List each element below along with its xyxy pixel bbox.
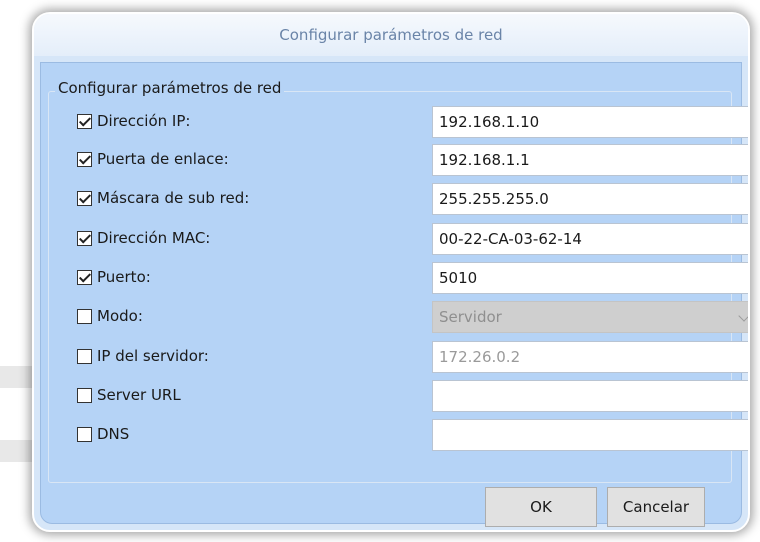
server-ip-input[interactable]: 172.26.0.2: [432, 341, 748, 373]
row-port: Puerto: 5010: [77, 262, 748, 296]
subnet-mask-checkbox[interactable]: [77, 191, 92, 206]
ok-button[interactable]: OK: [485, 487, 597, 527]
server-ip-checkbox[interactable]: [77, 349, 92, 364]
port-input[interactable]: 5010: [432, 262, 748, 294]
mode-checkbox[interactable]: [77, 309, 92, 324]
port-checkbox[interactable]: [77, 270, 92, 285]
server-url-checkbox[interactable]: [77, 388, 92, 403]
cancel-button[interactable]: Cancelar: [607, 487, 705, 527]
network-settings-dialog: Configurar parámetros de red Configurar …: [32, 12, 750, 532]
mac-address-checkbox[interactable]: [77, 231, 92, 246]
dialog-title: Configurar parámetros de red: [34, 14, 748, 56]
row-subnet-mask: Máscara de sub red: 255.255.255.0: [77, 183, 748, 217]
subnet-mask-input[interactable]: 255.255.255.0: [432, 183, 748, 215]
subnet-mask-label: Máscara de sub red:: [97, 189, 250, 207]
row-gateway: Puerta de enlace: 192.168.1.1: [77, 144, 748, 178]
server-ip-label: IP del servidor:: [97, 347, 209, 365]
mac-address-input[interactable]: 00-22-CA-03-62-14: [432, 223, 748, 255]
mode-select-value: Servidor: [439, 308, 502, 326]
chevron-down-icon: [738, 310, 748, 322]
row-server-ip: IP del servidor: 172.26.0.2: [77, 341, 748, 375]
dns-checkbox[interactable]: [77, 427, 92, 442]
row-mac-address: Dirección MAC: 00-22-CA-03-62-14: [77, 223, 748, 257]
gateway-label: Puerta de enlace:: [97, 150, 229, 168]
dns-input[interactable]: [432, 419, 748, 451]
row-dns: DNS: [77, 419, 748, 453]
mac-address-label: Dirección MAC:: [97, 229, 211, 247]
mode-label: Modo:: [97, 307, 143, 325]
row-server-url: Server URL: [77, 380, 748, 414]
mode-select[interactable]: Servidor: [432, 301, 748, 333]
server-url-input[interactable]: [432, 380, 748, 412]
port-label: Puerto:: [97, 268, 151, 286]
server-url-label: Server URL: [97, 386, 181, 404]
dialog-client-area: Configurar parámetros de red Dirección I…: [40, 62, 748, 527]
dns-label: DNS: [97, 425, 130, 443]
ip-address-checkbox[interactable]: [77, 114, 92, 129]
ip-address-input[interactable]: 192.168.1.10: [432, 106, 748, 138]
row-mode: Modo: Servidor: [77, 301, 748, 335]
gateway-input[interactable]: 192.168.1.1: [432, 144, 748, 176]
row-ip-address: Dirección IP: 192.168.1.10: [77, 106, 748, 140]
ip-address-label: Dirección IP:: [97, 112, 191, 130]
gateway-checkbox[interactable]: [77, 152, 92, 167]
groupbox-label: Configurar parámetros de red: [55, 79, 285, 97]
